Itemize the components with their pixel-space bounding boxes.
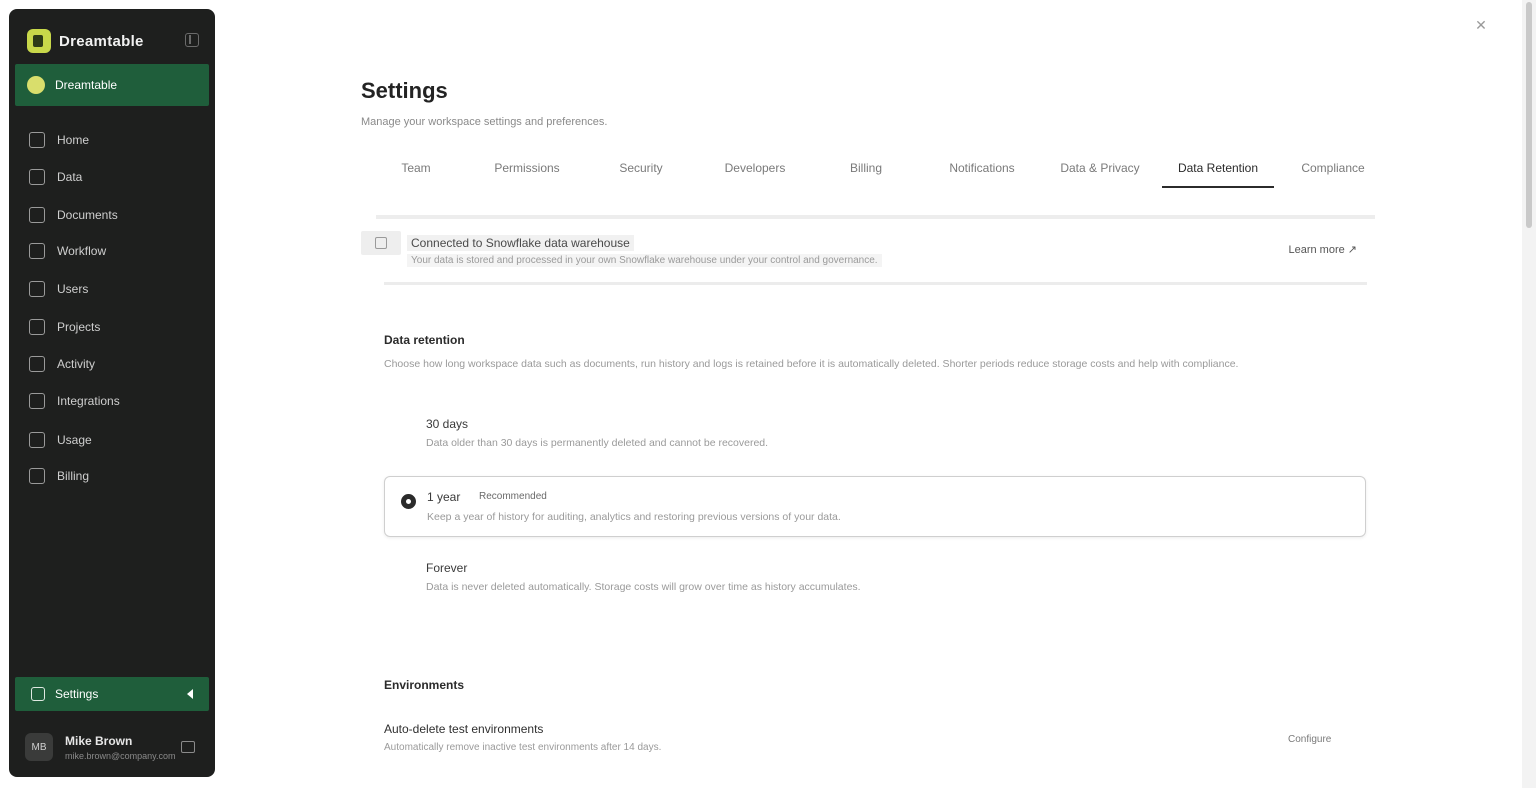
sidebar-item-home[interactable]: Home [29,130,89,150]
user-email: mike.brown@company.com [65,750,176,761]
sidebar-item-label: Users [57,282,89,296]
tab-security[interactable]: Security [601,148,681,188]
sidebar-item-label: Projects [57,320,101,334]
learn-more-link[interactable]: Learn more ↗ [1288,243,1357,256]
tab-data-retention[interactable]: Data Retention [1162,148,1274,188]
app-logo [27,29,51,53]
users-icon [29,281,45,297]
recommended-badge: Recommended [479,491,547,502]
data-retention-description: Choose how long workspace data such as d… [384,358,1239,370]
sidebar-item-label: Settings [55,687,99,701]
sidebar-item-label: Dreamtable [55,78,118,92]
sidebar-collapse-icon[interactable] [185,33,199,47]
sidebar-item-documents[interactable]: Documents [29,205,118,225]
tab-compliance[interactable]: Compliance [1291,148,1375,188]
brand[interactable]: Dreamtable [27,29,144,53]
settings-tabs: Team Permissions Security Developers Bil… [376,148,1375,188]
radio-checked-icon[interactable] [401,494,416,509]
tab-permissions[interactable]: Permissions [486,148,568,188]
sidebar-item-usage[interactable]: Usage [29,430,92,450]
retention-option-1-year[interactable]: 1 year Recommended Keep a year of histor… [384,476,1366,537]
usage-icon [29,432,45,448]
avatar: MB [25,733,53,761]
data-retention-title: Data retention [384,333,465,347]
option-title: 1 year [427,490,461,504]
warehouse-banner: Connected to Snowflake data warehouse Yo… [361,229,1367,273]
user-menu-icon[interactable] [181,741,195,753]
chevron-left-icon [187,689,193,699]
user-profile[interactable]: MB Mike Brown mike.brown@company.com [15,725,209,769]
app-name: Dreamtable [59,32,144,50]
sidebar-item-projects[interactable]: Projects [29,317,100,337]
banner-title: Connected to Snowflake data warehouse [407,235,634,251]
home-icon [29,132,45,148]
activity-icon [29,356,45,372]
environments-title: Environments [384,678,465,692]
sidebar-item-data[interactable]: Data [29,167,82,187]
sidebar-item-label: Data [57,170,83,184]
warehouse-icon [361,231,401,255]
sidebar-item-integrations[interactable]: Integrations [29,391,120,411]
sidebar-item-label: Activity [57,357,96,371]
close-icon[interactable]: ✕ [1474,18,1488,32]
tab-billing[interactable]: Billing [831,148,901,188]
projects-icon [29,319,45,335]
section-divider [384,282,1367,285]
tab-developers[interactable]: Developers [714,148,796,188]
tabs-divider [376,215,1375,219]
tab-notifications[interactable]: Notifications [936,148,1028,188]
billing-icon [29,468,45,484]
option-description: Keep a year of history for auditing, ana… [427,511,841,523]
auto-delete-title: Auto-delete test environments [384,722,544,736]
tab-data-privacy[interactable]: Data & Privacy [1046,148,1154,188]
document-icon [29,207,45,223]
sidebar-item-label: Usage [57,433,92,447]
option-title: Forever [426,561,468,575]
tab-team[interactable]: Team [376,148,456,188]
workspace-icon [27,76,45,94]
sidebar: Dreamtable Dreamtable Home Data Document… [9,9,215,777]
scrollbar-thumb[interactable] [1526,2,1532,228]
retention-option-forever[interactable]: Forever Data is never deleted automatica… [384,548,1366,604]
sidebar-item-label: Workflow [57,244,107,258]
option-description: Data is never deleted automatically. Sto… [426,581,861,593]
database-icon [29,169,45,185]
scrollbar[interactable] [1522,0,1536,788]
page-subtitle: Manage your workspace settings and prefe… [361,116,608,128]
auto-delete-description: Automatically remove inactive test envir… [384,742,662,753]
workflow-icon [29,243,45,259]
sidebar-item-activity[interactable]: Activity [29,354,95,374]
sidebar-item-dreamtable[interactable]: Dreamtable [15,64,209,106]
option-description: Data older than 30 days is permanently d… [426,437,769,449]
sidebar-item-workflow[interactable]: Workflow [29,241,106,261]
sidebar-item-label: Documents [57,208,118,222]
sidebar-item-label: Integrations [57,394,120,408]
sidebar-item-users[interactable]: Users [29,279,88,299]
sidebar-item-label: Home [57,133,90,147]
configure-button[interactable]: Configure [1288,734,1331,745]
retention-option-30-days[interactable]: 30 days Data older than 30 days is perma… [384,404,1366,460]
settings-icon [31,687,45,701]
page-title: Settings [361,78,448,103]
user-name: Mike Brown [65,733,133,748]
sidebar-item-label: Billing [57,469,90,483]
integrations-icon [29,393,45,409]
sidebar-item-settings[interactable]: Settings [15,677,209,711]
option-title: 30 days [426,417,469,431]
banner-description: Your data is stored and processed in you… [407,254,882,267]
sidebar-item-billing[interactable]: Billing [29,466,89,486]
